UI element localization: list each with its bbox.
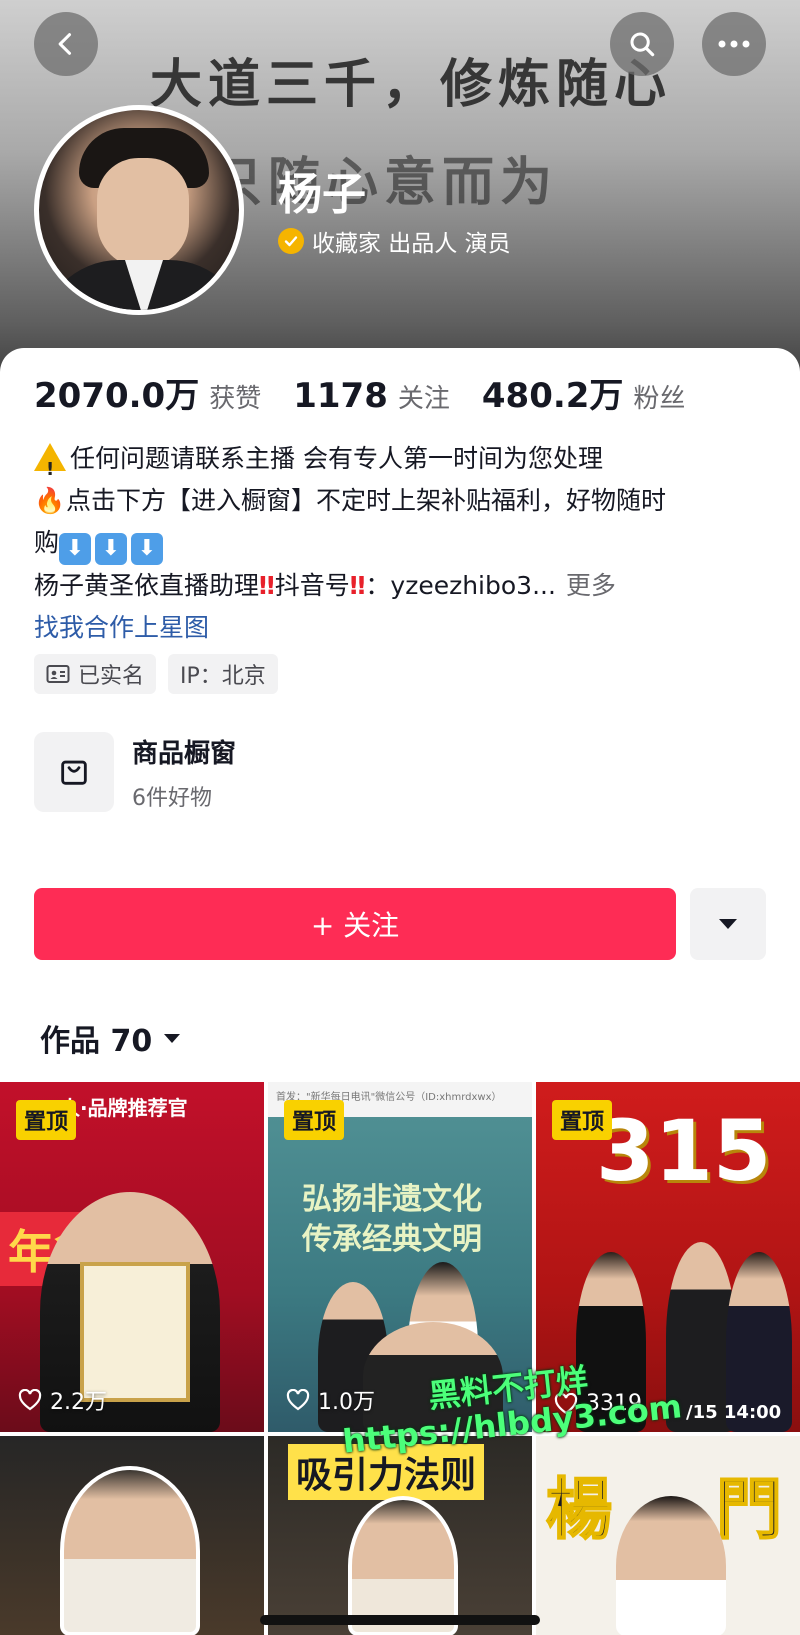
- stat-followers[interactable]: 480.2万 粉丝: [482, 368, 686, 417]
- video-tile[interactable]: 人·品牌推荐官 年货节 置顶 2.2万: [0, 1082, 264, 1432]
- caret-down-icon: [719, 919, 737, 929]
- bio-line-4-text-a: 杨子黄圣依直播助理: [34, 571, 260, 600]
- bio-line-4: 杨子黄圣依直播助理‼抖音号‼：yzeezhibo3... 更多: [34, 565, 774, 607]
- tile-caption-2: 传承经典文明: [302, 1222, 482, 1257]
- video-tile[interactable]: 楊 門: [536, 1436, 800, 1635]
- verified-name-label: 已实名: [78, 664, 145, 689]
- tab-works[interactable]: 作品 70: [40, 1016, 182, 1060]
- tab-works-label: 作品 70: [40, 1024, 153, 1059]
- down-arrow-icon: ⬇: [59, 533, 92, 565]
- more-dots-icon: [718, 40, 750, 48]
- stat-followers-count: 480.2万: [481, 376, 624, 416]
- stat-likes: 2070.0万 获赞: [34, 368, 261, 417]
- caret-down-icon: [164, 1034, 181, 1043]
- heart-outline-icon: [286, 1389, 310, 1411]
- bio: 任何问题请联系主播 会有专人第一时间为您处理 🔥点击下方【进入橱窗】不定时上架补…: [34, 438, 774, 649]
- bio-line-4-text-c: ：yzeezhibo3...: [365, 571, 556, 600]
- tile-likes-count: 2.2万: [50, 1390, 107, 1415]
- search-icon: [630, 32, 655, 57]
- ip-location-label: IP：北京: [180, 664, 266, 689]
- tile-likes: 2.2万: [18, 1384, 107, 1416]
- down-arrow-icon: ⬇: [131, 533, 164, 565]
- stat-following-label: 关注: [397, 384, 450, 414]
- down-arrow-icon: ⬇: [95, 533, 128, 565]
- bio-more-link[interactable]: 更多: [566, 571, 616, 600]
- pinned-badge: 置顶: [16, 1100, 77, 1140]
- banner-calligraphy-line1: 大道三千，修炼随心: [150, 54, 673, 115]
- warning-icon: [34, 443, 66, 491]
- pinned-badge: 置顶: [552, 1100, 613, 1140]
- chevron-left-icon: [58, 33, 72, 55]
- stat-followers-label: 粉丝: [633, 384, 686, 414]
- certificate-image: [80, 1262, 190, 1402]
- info-chips: 已实名 IP：北京: [34, 654, 278, 694]
- verified-name-chip[interactable]: 已实名: [34, 654, 157, 694]
- bio-line-2: 🔥点击下方【进入橱窗】不定时上架补贴福利，好物随时: [34, 480, 774, 522]
- bio-line-1: 任何问题请联系主播 会有专人第一时间为您处理: [34, 438, 774, 491]
- bio-line-3-text: 购: [34, 528, 60, 557]
- verified-check-icon: [278, 228, 304, 254]
- pinned-badge: 置顶: [284, 1100, 345, 1140]
- video-tile[interactable]: 吸引力法则: [268, 1436, 532, 1635]
- recommend-dropdown-button[interactable]: [690, 888, 766, 960]
- star-map-link[interactable]: 找我合作上星图: [34, 607, 774, 649]
- tile-caption: 315: [596, 1102, 772, 1200]
- back-button[interactable]: [34, 12, 98, 76]
- bio-line-4-text-b: 抖音号: [274, 571, 350, 600]
- id-card-icon: [46, 665, 70, 683]
- tile-caption: 弘扬非遗文化: [302, 1182, 482, 1217]
- video-tile[interactable]: [0, 1436, 264, 1635]
- double-exclamation-icon: ‼: [259, 571, 275, 600]
- stats-row: 2070.0万 获赞 1178 关注 480.2万 粉丝: [34, 368, 717, 417]
- tile-caption: 楊: [545, 1469, 613, 1549]
- search-button[interactable]: [610, 12, 674, 76]
- bio-line-2-text: 点击下方【进入橱窗】不定时上架补贴福利，好物随时: [66, 486, 667, 515]
- bio-line-3: 购 ⬇ ⬇ ⬇: [34, 522, 774, 565]
- shopping-bag-icon: [34, 732, 114, 812]
- stat-following-count: 1178: [293, 376, 388, 416]
- bio-line-1-text: 任何问题请联系主播 会有专人第一时间为您处理: [70, 444, 603, 473]
- more-options-button[interactable]: [702, 12, 766, 76]
- follow-button[interactable]: + 关注: [34, 888, 676, 960]
- banner-calligraphy-line2: 只随心意而为: [210, 152, 559, 213]
- follow-button-label: + 关注: [310, 909, 400, 942]
- avatar[interactable]: [34, 105, 244, 315]
- shop-window-title: 商品橱窗: [132, 738, 237, 769]
- home-indicator: [260, 1615, 540, 1625]
- ip-location-chip: IP：北京: [168, 654, 278, 694]
- double-exclamation-icon: ‼: [349, 571, 366, 600]
- stat-likes-count: 2070.0万: [34, 376, 200, 416]
- tile-caption: 人·品牌推荐官: [60, 1096, 188, 1120]
- stat-following[interactable]: 1178 关注: [293, 376, 450, 416]
- profile-name: 杨子: [278, 169, 366, 220]
- shop-window-subtitle: 6件好物: [132, 785, 212, 811]
- shop-window-entry[interactable]: 商品橱窗 6件好物: [34, 732, 236, 812]
- tile-caption-2: /15 14:00: [686, 1402, 782, 1423]
- profile-tags-text: 收藏家 出品人 演员: [312, 231, 511, 257]
- heart-outline-icon: [18, 1389, 42, 1411]
- stat-likes-label: 获赞: [209, 384, 262, 414]
- profile-tags[interactable]: 收藏家 出品人 演员: [278, 224, 511, 258]
- tile-caption-2: 門: [715, 1469, 783, 1549]
